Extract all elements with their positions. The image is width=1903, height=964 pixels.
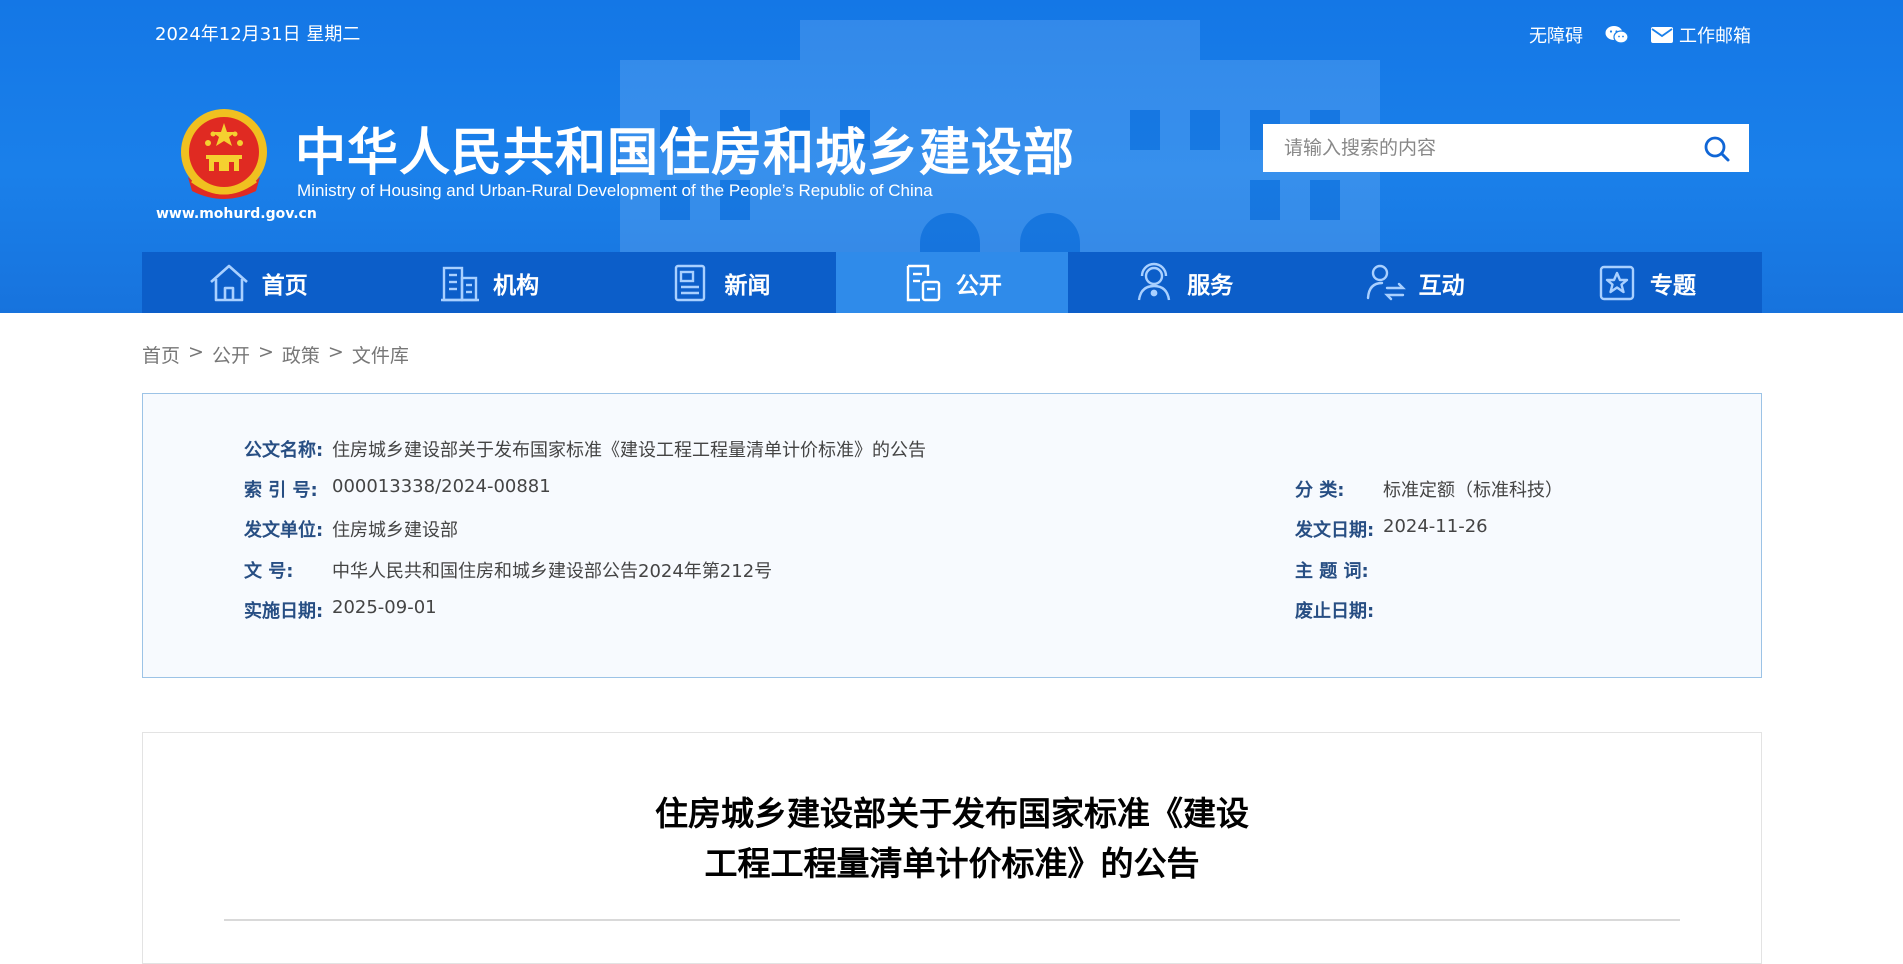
issuer-value: 住房城乡建设部 [332,520,458,541]
article-title: 住房城乡建设部关于发布国家标准《建设 工程工程量清单计价标准》的公告 [143,789,1761,889]
site-title[interactable]: 中华人民共和国住房和城乡建设部 [295,111,1075,185]
category-label: 分 类: [1295,480,1345,501]
nav-item-label: 首页 [261,272,308,299]
mail-icon [1651,27,1673,43]
expire-date-label: 废止日期: [1295,601,1375,622]
nav-item-label: 机构 [493,272,540,299]
interaction-icon [1366,264,1406,300]
breadcrumb-separator: > [327,341,344,363]
doc-number-row: 文 号: 中华人民共和国住房和城乡建设部公告2024年第212号 [244,557,772,583]
nav-item-home[interactable]: 首页 [142,252,373,313]
wechat-link[interactable] [1605,25,1629,45]
effective-date-value: 2025-09-01 [332,597,437,618]
nav-item-service[interactable]: 服务 [1068,252,1299,313]
work-mail-link[interactable]: 工作邮箱 [1651,22,1751,48]
issue-date-value: 2024-11-26 [1383,516,1488,537]
breadcrumb: 首页 > 公开 > 政策 > 文件库 [142,341,409,368]
accessibility-link[interactable]: 无障碍 [1529,22,1583,48]
nav-item-label: 服务 [1187,272,1234,299]
nav-item-label: 互动 [1418,272,1465,299]
issuer-label: 发文单位: [244,520,324,541]
search-icon[interactable] [1703,135,1731,163]
title-divider [224,919,1680,921]
index-row: 索 引 号: 000013338/2024-00881 [244,476,551,502]
nav-item-news[interactable]: 新闻 [605,252,836,313]
breadcrumb-public[interactable]: 公开 [212,341,250,368]
news-icon [675,264,706,301]
breadcrumb-policy[interactable]: 政策 [282,341,320,368]
effective-date-label: 实施日期: [244,601,324,622]
doc-name-value: 住房城乡建设部关于发布国家标准《建设工程工程量清单计价标准》的公告 [332,440,926,461]
article-title-line: 住房城乡建设部关于发布国家标准《建设 [655,794,1249,833]
site-subtitle: Ministry of Housing and Urban-Rural Deve… [297,181,933,200]
current-date: 2024年12月31日 星期二 [155,24,361,45]
nav-item-organization[interactable]: 机构 [373,252,604,313]
doc-number-value: 中华人民共和国住房和城乡建设部公告2024年第212号 [332,561,773,582]
home-icon [209,264,248,301]
nav-item-label: 新闻 [724,272,771,299]
issue-date-row: 发文日期: 2024-11-26 [1295,516,1488,542]
service-icon [1138,262,1171,300]
site-url: www.mohurd.gov.cn [156,206,317,222]
wechat-icon [1605,26,1629,44]
document-icon [906,264,941,301]
doc-name-row: 公文名称: 住房城乡建设部关于发布国家标准《建设工程工程量清单计价标准》的公告 [244,436,926,462]
article-container: 住房城乡建设部关于发布国家标准《建设 工程工程量清单计价标准》的公告 [142,732,1762,964]
breadcrumb-separator: > [188,341,204,363]
work-mail-label: 工作邮箱 [1679,26,1751,47]
index-label: 索 引 号: [244,480,318,501]
national-emblem-logo[interactable] [178,107,270,207]
index-value: 000013338/2024-00881 [332,476,551,497]
category-value: 标准定额（标准科技） [1383,480,1563,501]
keywords-label: 主 题 词: [1295,561,1369,582]
issue-date-label: 发文日期: [1295,520,1375,541]
doc-name-label: 公文名称: [244,440,324,461]
nav-item-topic[interactable]: 专题 [1530,252,1761,313]
article-title-line: 工程工程量清单计价标准》的公告 [704,844,1200,883]
nav-item-public[interactable]: 公开 [836,252,1068,313]
keywords-row: 主 题 词: [1295,557,1383,583]
doc-number-label: 文 号: [244,561,294,582]
issuer-row: 发文单位: 住房城乡建设部 [244,516,458,542]
top-links: 无障碍 工作邮箱 [1529,22,1751,48]
nav-item-interaction[interactable]: 互动 [1299,252,1530,313]
breadcrumb-file-library[interactable]: 文件库 [352,341,409,368]
building-icon [441,266,480,301]
topic-star-icon [1599,265,1635,300]
expire-date-row: 废止日期: [1295,597,1383,623]
category-row: 分 类: 标准定额（标准科技） [1295,476,1563,502]
main-nav: 首页 机构 新闻 公开 服务 互动 专题 [142,252,1762,313]
effective-date-row: 实施日期: 2025-09-01 [244,597,437,623]
nav-item-label: 公开 [955,272,1002,299]
nav-item-label: 专题 [1650,272,1697,299]
breadcrumb-home[interactable]: 首页 [142,341,180,368]
breadcrumb-separator: > [257,341,274,363]
document-info-panel: 公文名称: 住房城乡建设部关于发布国家标准《建设工程工程量清单计价标准》的公告 … [142,393,1762,678]
search-input[interactable] [1263,124,1684,172]
search-box [1263,124,1749,172]
